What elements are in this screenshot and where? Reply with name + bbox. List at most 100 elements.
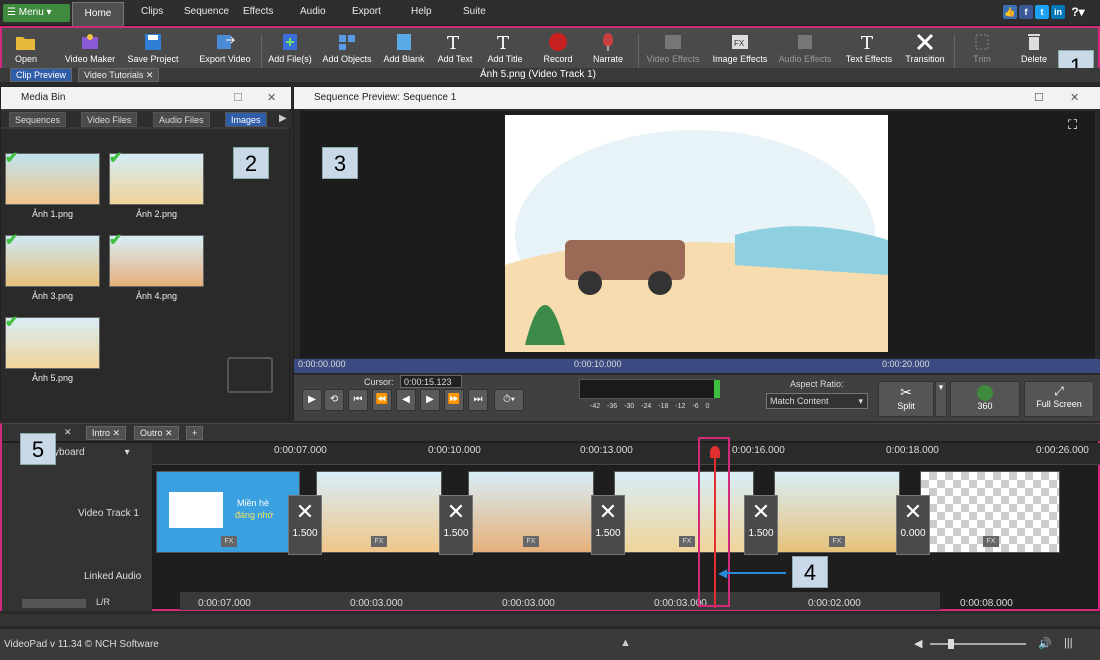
media-item-label: Ảnh 3.png (31, 291, 74, 301)
tab-video-tutorials[interactable]: Video Tutorials ✕ (78, 68, 160, 82)
tab-video-files[interactable]: Video Files (81, 112, 138, 127)
tab-audio-files[interactable]: Audio Files (153, 112, 210, 127)
video-maker-button[interactable]: Video Maker (62, 28, 118, 68)
full-screen-button[interactable]: ⤢ Full Screen (1024, 381, 1094, 417)
transition-button[interactable]: Transition (902, 28, 948, 68)
tab-clip-preview[interactable]: Clip Preview (10, 68, 73, 82)
next-frame-button[interactable]: ▶ (420, 389, 440, 411)
go-start-button[interactable]: ⏮ (348, 389, 368, 411)
help-circle-icon[interactable]: ?▾ (1071, 5, 1085, 19)
add-text-button[interactable]: T Add Text (432, 28, 478, 68)
split-button[interactable]: ✂ Split (878, 381, 934, 417)
tab-help[interactable]: Help (411, 6, 432, 17)
video-clip-selected[interactable]: FX (614, 471, 754, 553)
add-files-button[interactable]: Add File(s) (266, 28, 314, 68)
split-dropdown[interactable]: ▾ (935, 381, 947, 417)
close-icon[interactable]: ✕ (267, 91, 276, 104)
close-icon[interactable]: ✕ (1070, 91, 1079, 104)
linkedin-icon[interactable]: in (1051, 5, 1065, 19)
prev-clip-button[interactable]: ⏪ (372, 389, 392, 411)
volume-high-icon[interactable]: 🔊 (1038, 637, 1052, 650)
volume-thumb[interactable] (948, 639, 954, 649)
tab-effects[interactable]: Effects (243, 6, 273, 17)
fx-badge[interactable]: FX (679, 536, 695, 547)
video-clip[interactable]: FX (468, 471, 594, 553)
chevron-right-icon[interactable]: ▶ (279, 113, 287, 124)
tab-audio[interactable]: Audio (300, 6, 326, 17)
thumbs-up-icon[interactable]: 👍 (1003, 5, 1017, 19)
fx-badge[interactable]: FX (983, 536, 999, 547)
preview-canvas[interactable]: ⛶ 3 (300, 111, 1095, 358)
video-clip[interactable]: Miền hè đáng nhớ FX (156, 471, 300, 553)
tab-sequence[interactable]: Sequence (184, 6, 229, 17)
close-icon[interactable]: ✕ (146, 70, 154, 80)
video-clip[interactable]: FX (774, 471, 900, 553)
go-end-button[interactable]: ⏭ (468, 389, 488, 411)
prev-frame-button[interactable]: ◀ (396, 389, 416, 411)
image-effects-button[interactable]: FX Image Effects (708, 28, 772, 68)
transition-block[interactable]: ✕ 1.500 (439, 495, 473, 555)
next-clip-button[interactable]: ⏩ (444, 389, 464, 411)
main-menu-button[interactable]: ☰ Menu ▾ (3, 4, 70, 22)
expand-up-icon[interactable]: ▲ (620, 637, 631, 649)
facebook-icon[interactable]: f (1019, 5, 1033, 19)
narrate-button[interactable]: Narrate (588, 28, 628, 68)
volume-low-icon[interactable]: ◀ (914, 637, 922, 650)
close-icon[interactable]: ✕ (64, 427, 72, 438)
video-clip[interactable]: FX (316, 471, 442, 553)
record-button[interactable]: Record (538, 28, 578, 68)
save-project-button[interactable]: Save Project (122, 28, 184, 68)
volume-slider[interactable] (22, 599, 86, 608)
fx-badge[interactable]: FX (523, 536, 539, 547)
blank-clip[interactable]: FX (920, 471, 1060, 553)
360-button[interactable]: 360 (950, 381, 1020, 417)
transition-block[interactable]: ✕ 0.000 (896, 495, 930, 555)
twitter-icon[interactable]: t (1035, 5, 1049, 19)
media-bin-title: Media Bin (1, 87, 291, 109)
tab-clips[interactable]: Clips (141, 6, 163, 17)
fx-badge[interactable]: FX (829, 536, 845, 547)
add-sequence-tab[interactable]: + (186, 426, 204, 440)
transition-duration: 0.000 (900, 528, 926, 539)
tab-images[interactable]: Images (225, 112, 267, 127)
transition-block[interactable]: ✕ 1.500 (591, 495, 625, 555)
cursor-time-field[interactable]: 0:00:15.123 (400, 375, 462, 388)
transition-block[interactable]: ✕ 1.500 (288, 495, 322, 555)
add-objects-button[interactable]: Add Objects (318, 28, 376, 68)
audio-effects-button[interactable]: Audio Effects (774, 28, 836, 68)
delete-button[interactable]: Delete (1014, 28, 1054, 68)
speed-button[interactable]: ⏱▾ (494, 389, 524, 411)
open-button[interactable]: Open (8, 28, 44, 68)
tab-export[interactable]: Export (352, 6, 381, 17)
fullscreen-icon[interactable]: ⛶ (1068, 117, 1077, 133)
tab-home[interactable]: Home (72, 2, 124, 26)
video-effects-button[interactable]: Video Effects (642, 28, 704, 68)
fx-badge[interactable]: FX (221, 536, 237, 547)
fx-badge[interactable]: FX (371, 536, 387, 547)
play-button[interactable]: ▶ (302, 389, 322, 411)
tab-suite[interactable]: Suite (463, 6, 486, 17)
loop-button[interactable]: ⟲ (324, 389, 344, 411)
add-title-button[interactable]: T Add Title (484, 28, 526, 68)
text-effects-button[interactable]: T Text Effects (840, 28, 898, 68)
tab-intro[interactable]: Intro ✕ (86, 426, 127, 440)
preview-scrub-bar[interactable] (294, 359, 1100, 373)
transition-label: Transition (905, 54, 945, 64)
storyboard-toggle[interactable]: yboard ▾ (54, 447, 130, 458)
maximize-icon[interactable]: ☐ (1034, 91, 1044, 104)
tab-sequences[interactable]: Sequences (9, 112, 67, 127)
timeline-ruler[interactable]: 0:00:07.000 0:00:10.000 0:00:13.000 0:00… (152, 443, 1100, 465)
image-effects-label: Image Effects (712, 54, 768, 64)
status-bar: VideoPad v 11.34 © NCH Software ▲ ◀ 🔊 ||… (0, 628, 1100, 660)
tab-outro[interactable]: Outro ✕ (134, 426, 179, 440)
transition-block[interactable]: ✕ 1.500 (744, 495, 778, 555)
aspect-ratio-select[interactable]: Match Content ▾ (766, 393, 868, 409)
timeline-scrollbar[interactable] (0, 614, 1100, 626)
add-blank-button[interactable]: Add Blank (380, 28, 428, 68)
master-volume-slider[interactable] (930, 643, 1026, 645)
meter-icon[interactable]: ||| (1064, 637, 1073, 649)
export-video-button[interactable]: Export Video (194, 28, 256, 68)
trim-button[interactable]: Trim (962, 28, 1002, 68)
aspect-ratio-value: Match Content (770, 396, 829, 406)
maximize-icon[interactable]: ☐ (233, 91, 243, 104)
